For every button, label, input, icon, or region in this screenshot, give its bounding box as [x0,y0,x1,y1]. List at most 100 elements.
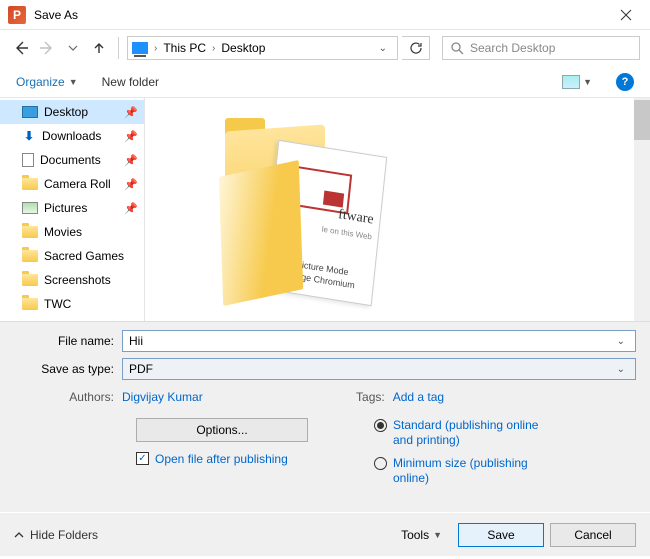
breadcrumb-root[interactable]: This PC [163,41,206,55]
toolbar: Organize ▼ New folder ▼ ? [0,66,650,98]
sidebar-item-label: Downloads [42,129,101,143]
chevron-down-icon[interactable]: ⌄ [613,364,629,375]
search-input[interactable] [470,41,631,55]
address-bar[interactable]: › This PC › Desktop ⌄ [127,36,398,60]
cancel-button[interactable]: Cancel [550,523,636,547]
save-button[interactable]: Save [458,523,544,547]
folder-icon [22,298,38,310]
document-icon [22,153,34,167]
view-menu[interactable]: ▼ [562,75,592,89]
sidebar-item-label: Movies [44,225,82,239]
savetype-select[interactable]: PDF ⌄ [122,358,636,380]
refresh-button[interactable] [402,36,430,60]
organize-menu[interactable]: Organize ▼ [16,75,78,89]
pin-icon: 📌 [124,178,138,191]
sidebar-item-label: Documents [40,153,101,167]
filename-input[interactable]: Hii ⌄ [122,330,636,352]
authors-value[interactable]: Digvijay Kumar [122,390,203,404]
content-pane[interactable]: ftware le on this Web re-In-Picture Mode… [145,98,650,321]
forward-button[interactable] [36,37,58,59]
sidebar-item-pictures[interactable]: Pictures 📌 [0,196,144,220]
sidebar-item-label: Screenshots [44,273,111,287]
chevron-right-icon: › [212,43,215,54]
close-icon [620,9,632,21]
sidebar-item-sacred-games[interactable]: Sacred Games [0,244,144,268]
filename-value: Hii [129,334,143,348]
new-folder-button[interactable]: New folder [102,75,159,89]
refresh-icon [409,41,423,55]
radio-icon [374,457,387,470]
tags-value[interactable]: Add a tag [393,390,444,404]
chevron-down-icon[interactable]: ⌄ [613,336,629,347]
scrollbar-vertical[interactable] [634,98,650,321]
folder-icon [22,250,38,262]
folder-icon [22,178,38,190]
arrow-right-icon [39,40,55,56]
sidebar-item-movies[interactable]: Movies [0,220,144,244]
preview-text: ftware [337,207,374,229]
sidebar-item-screenshots[interactable]: Screenshots [0,268,144,292]
chevron-right-icon: › [154,43,157,54]
sidebar-item-label: Sacred Games [44,249,124,263]
file-browser: Desktop 📌 ⬇ Downloads 📌 Documents 📌 Came… [0,98,650,322]
chevron-up-icon [14,530,24,540]
sidebar-item-label: TWC [44,297,71,311]
pin-icon: 📌 [124,154,138,167]
hide-folders-button[interactable]: Hide Folders [14,528,98,542]
chevron-down-icon: ▼ [433,530,442,540]
tools-label: Tools [401,528,429,542]
radio-icon [374,419,387,432]
arrow-up-icon [92,41,106,55]
save-panel: File name: Hii ⌄ Save as type: PDF ⌄ Aut… [0,322,650,512]
sidebar-item-label: Pictures [44,201,87,215]
sidebar-item-downloads[interactable]: ⬇ Downloads 📌 [0,124,144,148]
minimum-radio[interactable]: Minimum size (publishing online) [374,456,636,486]
checkbox-icon: ✓ [136,452,149,465]
sidebar: Desktop 📌 ⬇ Downloads 📌 Documents 📌 Came… [0,98,145,321]
close-button[interactable] [603,0,648,30]
footer: Hide Folders Tools ▼ Save Cancel [0,512,650,556]
desktop-icon [22,106,38,118]
up-button[interactable] [88,37,110,59]
search-icon [451,42,464,55]
title-bar: P Save As [0,0,650,30]
pin-icon: 📌 [124,202,138,215]
sidebar-item-desktop[interactable]: Desktop 📌 [0,100,144,124]
sidebar-item-label: Desktop [44,105,88,119]
sidebar-item-twc[interactable]: TWC [0,292,144,316]
hide-folders-label: Hide Folders [30,528,98,542]
savetype-label: Save as type: [14,362,122,376]
arrow-left-icon [13,40,29,56]
navigation-bar: › This PC › Desktop ⌄ [0,30,650,66]
open-after-label: Open file after publishing [155,452,288,466]
filename-label: File name: [14,334,122,348]
sidebar-item-documents[interactable]: Documents 📌 [0,148,144,172]
help-button[interactable]: ? [616,73,634,91]
standard-label: Standard (publishing online and printing… [393,418,543,448]
minimum-label: Minimum size (publishing online) [393,456,543,486]
tools-menu[interactable]: Tools ▼ [401,528,442,542]
back-button[interactable] [10,37,32,59]
pc-icon [132,42,148,54]
app-icon: P [8,6,26,24]
pictures-icon [22,202,38,214]
download-icon: ⬇ [22,129,36,143]
address-dropdown[interactable]: ⌄ [373,43,393,54]
tags-label: Tags: [351,390,385,404]
folder-preview[interactable]: ftware le on this Web re-In-Picture Mode… [215,118,365,298]
chevron-down-icon: ▼ [583,77,592,87]
chevron-down-icon: ▼ [69,77,78,87]
open-after-checkbox[interactable]: ✓ Open file after publishing [136,452,314,466]
pin-icon: 📌 [124,106,138,119]
authors-label: Authors: [52,390,114,404]
sidebar-item-label: Camera Roll [44,177,111,191]
search-box[interactable] [442,36,640,60]
options-button[interactable]: Options... [136,418,308,442]
sidebar-item-camera-roll[interactable]: Camera Roll 📌 [0,172,144,196]
standard-radio[interactable]: Standard (publishing online and printing… [374,418,636,448]
savetype-value: PDF [129,362,153,376]
breadcrumb-current[interactable]: Desktop [221,41,265,55]
organize-label: Organize [16,75,65,89]
pin-icon: 📌 [124,130,138,143]
recent-button[interactable] [62,37,84,59]
